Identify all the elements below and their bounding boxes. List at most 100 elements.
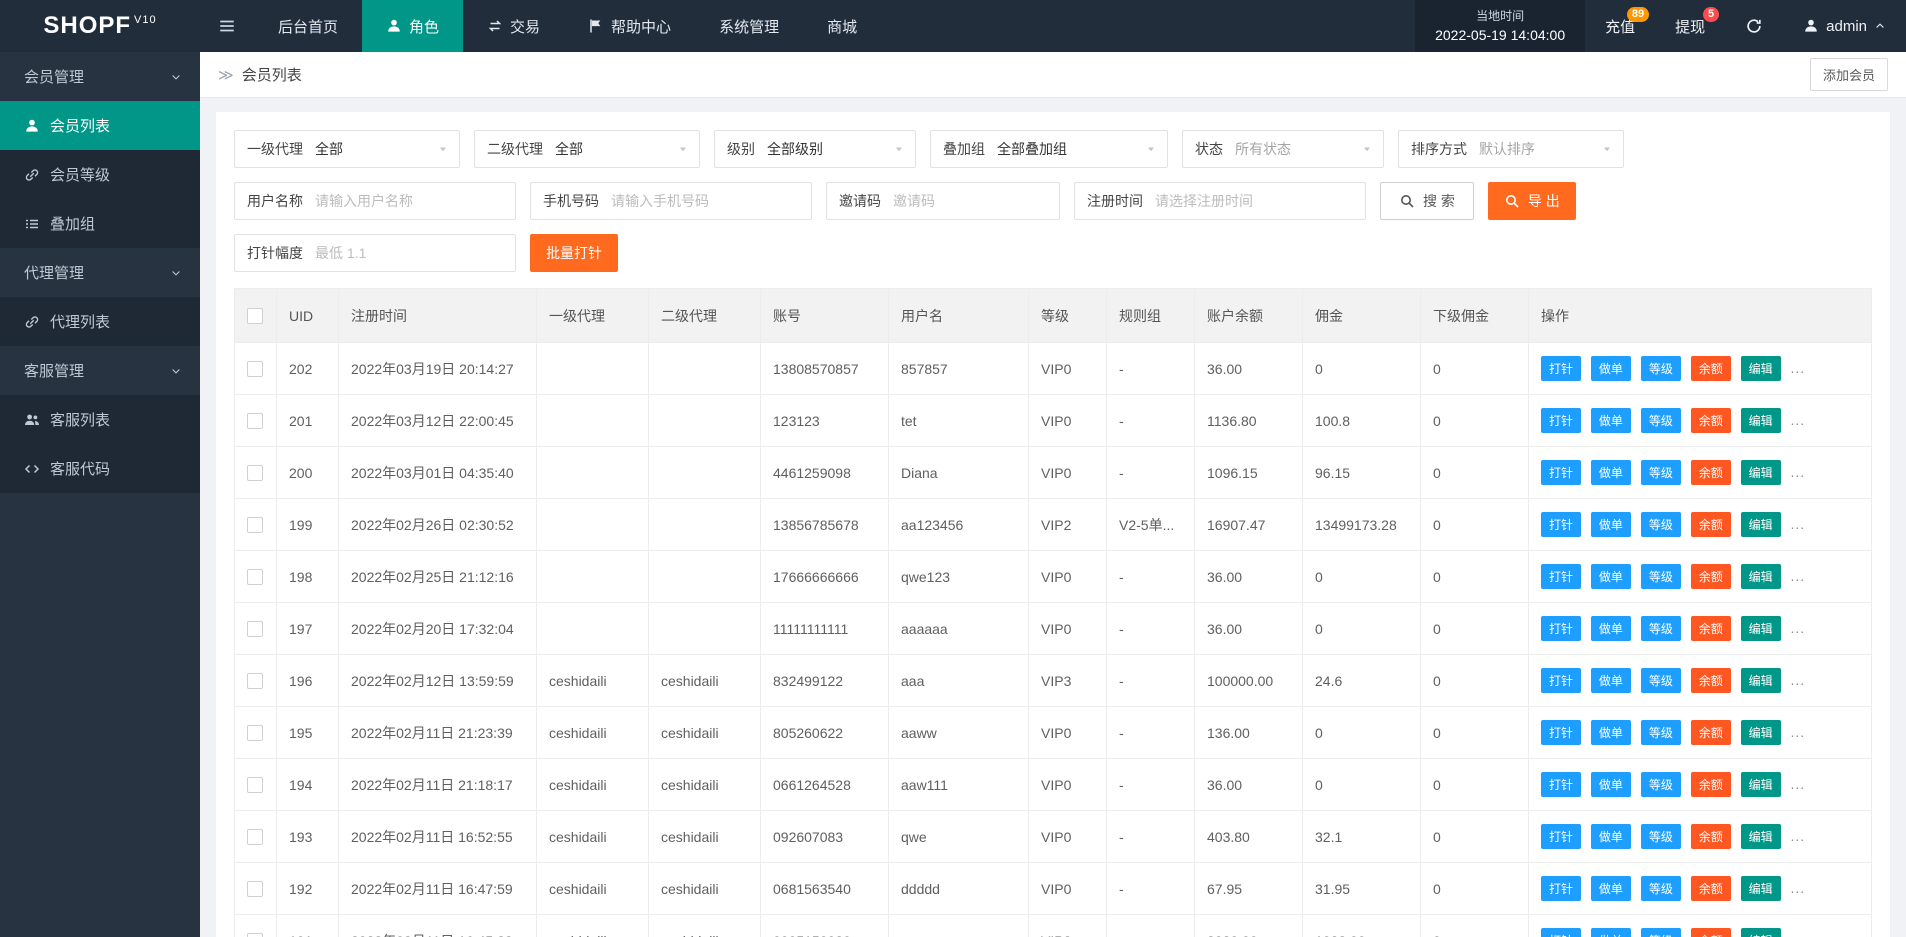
balance-button[interactable]: 余额 xyxy=(1690,616,1731,641)
inject-button[interactable]: 打针 xyxy=(1541,876,1582,901)
inject-button[interactable]: 打针 xyxy=(1541,668,1582,693)
edit-button[interactable]: 编辑 xyxy=(1740,928,1781,937)
level-button[interactable]: 等级 xyxy=(1640,616,1681,641)
level-button[interactable]: 等级 xyxy=(1640,512,1681,537)
edit-button[interactable]: 编辑 xyxy=(1740,616,1781,641)
reg-time-input[interactable] xyxy=(1155,193,1365,209)
sidebar-item-member-management[interactable]: 会员管理 xyxy=(0,52,200,101)
sidebar-item-service-code[interactable]: 客服代码 xyxy=(0,444,200,493)
add-member-button[interactable]: 添加会员 xyxy=(1809,58,1888,91)
balance-button[interactable]: 余额 xyxy=(1690,512,1731,537)
inject-range-input[interactable] xyxy=(315,245,515,261)
row-checkbox[interactable] xyxy=(247,933,263,937)
make-order-button[interactable]: 做单 xyxy=(1590,512,1631,537)
level-button[interactable]: 等级 xyxy=(1640,876,1681,901)
make-order-button[interactable]: 做单 xyxy=(1590,772,1631,797)
make-order-button[interactable]: 做单 xyxy=(1590,564,1631,589)
row-checkbox[interactable] xyxy=(247,621,263,638)
balance-button[interactable]: 余额 xyxy=(1690,720,1731,745)
inject-button[interactable]: 打针 xyxy=(1541,408,1582,433)
row-checkbox[interactable] xyxy=(247,881,263,898)
row-checkbox[interactable] xyxy=(247,725,263,742)
nav-item-dashboard[interactable]: 后台首页 xyxy=(254,0,362,52)
more-actions-button[interactable]: ... xyxy=(1791,828,1806,844)
balance-button[interactable]: 余额 xyxy=(1690,772,1731,797)
more-actions-button[interactable]: ... xyxy=(1791,724,1806,740)
sidebar-item-agent-management[interactable]: 代理管理 xyxy=(0,248,200,297)
balance-button[interactable]: 余额 xyxy=(1690,876,1731,901)
level-button[interactable]: 等级 xyxy=(1640,824,1681,849)
more-actions-button[interactable]: ... xyxy=(1791,568,1806,584)
make-order-button[interactable]: 做单 xyxy=(1590,668,1631,693)
row-checkbox[interactable] xyxy=(247,465,263,482)
row-checkbox[interactable] xyxy=(247,361,263,378)
more-actions-button[interactable]: ... xyxy=(1791,880,1806,896)
recharge-button[interactable]: 充值 89 xyxy=(1585,0,1655,52)
admin-menu[interactable]: admin xyxy=(1783,0,1906,52)
refresh-button[interactable] xyxy=(1725,0,1783,52)
row-checkbox[interactable] xyxy=(247,829,263,846)
more-actions-button[interactable]: ... xyxy=(1791,932,1806,937)
make-order-button[interactable]: 做单 xyxy=(1590,720,1631,745)
sidebar-item-member-level[interactable]: 会员等级 xyxy=(0,150,200,199)
phone-input[interactable] xyxy=(611,193,811,209)
balance-button[interactable]: 余额 xyxy=(1690,408,1731,433)
nav-item-system[interactable]: 系统管理 xyxy=(695,0,803,52)
search-button[interactable]: 搜 索 xyxy=(1380,182,1474,220)
nav-item-trade[interactable]: 交易 xyxy=(463,0,564,52)
hamburger-menu-icon[interactable] xyxy=(200,0,254,52)
balance-button[interactable]: 余额 xyxy=(1690,460,1731,485)
more-actions-button[interactable]: ... xyxy=(1791,776,1806,792)
batch-inject-button[interactable]: 批量打针 xyxy=(530,234,618,272)
filter-status-select[interactable]: 状态 所有状态 xyxy=(1182,130,1384,168)
row-checkbox[interactable] xyxy=(247,413,263,430)
edit-button[interactable]: 编辑 xyxy=(1740,408,1781,433)
level-button[interactable]: 等级 xyxy=(1640,356,1681,381)
balance-button[interactable]: 余额 xyxy=(1690,356,1731,381)
make-order-button[interactable]: 做单 xyxy=(1590,616,1631,641)
nav-item-roles[interactable]: 角色 xyxy=(362,0,464,52)
edit-button[interactable]: 编辑 xyxy=(1740,772,1781,797)
inject-button[interactable]: 打针 xyxy=(1541,564,1582,589)
edit-button[interactable]: 编辑 xyxy=(1740,876,1781,901)
filter-sort-select[interactable]: 排序方式 默认排序 xyxy=(1398,130,1624,168)
edit-button[interactable]: 编辑 xyxy=(1740,668,1781,693)
row-checkbox[interactable] xyxy=(247,673,263,690)
filter-agent2-select[interactable]: 二级代理 全部 xyxy=(474,130,700,168)
level-button[interactable]: 等级 xyxy=(1640,460,1681,485)
nav-item-mall[interactable]: 商城 xyxy=(803,0,881,52)
inject-button[interactable]: 打针 xyxy=(1541,616,1582,641)
inject-button[interactable]: 打针 xyxy=(1541,824,1582,849)
sidebar-item-service-list[interactable]: 客服列表 xyxy=(0,395,200,444)
make-order-button[interactable]: 做单 xyxy=(1590,928,1631,937)
more-actions-button[interactable]: ... xyxy=(1791,672,1806,688)
balance-button[interactable]: 余额 xyxy=(1690,928,1731,937)
edit-button[interactable]: 编辑 xyxy=(1740,460,1781,485)
level-button[interactable]: 等级 xyxy=(1640,564,1681,589)
make-order-button[interactable]: 做单 xyxy=(1590,460,1631,485)
filter-level-select[interactable]: 级别 全部级别 xyxy=(714,130,916,168)
filter-stack-group-select[interactable]: 叠加组 全部叠加组 xyxy=(930,130,1168,168)
balance-button[interactable]: 余额 xyxy=(1690,668,1731,693)
invite-code-input[interactable] xyxy=(893,193,1059,209)
inject-button[interactable]: 打针 xyxy=(1541,460,1582,485)
balance-button[interactable]: 余额 xyxy=(1690,824,1731,849)
inject-button[interactable]: 打针 xyxy=(1541,928,1582,937)
edit-button[interactable]: 编辑 xyxy=(1740,512,1781,537)
select-all-checkbox[interactable] xyxy=(247,308,263,325)
inject-button[interactable]: 打针 xyxy=(1541,772,1582,797)
edit-button[interactable]: 编辑 xyxy=(1740,356,1781,381)
make-order-button[interactable]: 做单 xyxy=(1590,824,1631,849)
level-button[interactable]: 等级 xyxy=(1640,720,1681,745)
make-order-button[interactable]: 做单 xyxy=(1590,356,1631,381)
filter-agent1-select[interactable]: 一级代理 全部 xyxy=(234,130,460,168)
row-checkbox[interactable] xyxy=(247,777,263,794)
edit-button[interactable]: 编辑 xyxy=(1740,564,1781,589)
more-actions-button[interactable]: ... xyxy=(1791,360,1806,376)
balance-button[interactable]: 余额 xyxy=(1690,564,1731,589)
inject-button[interactable]: 打针 xyxy=(1541,356,1582,381)
more-actions-button[interactable]: ... xyxy=(1791,412,1806,428)
edit-button[interactable]: 编辑 xyxy=(1740,824,1781,849)
more-actions-button[interactable]: ... xyxy=(1791,620,1806,636)
make-order-button[interactable]: 做单 xyxy=(1590,876,1631,901)
